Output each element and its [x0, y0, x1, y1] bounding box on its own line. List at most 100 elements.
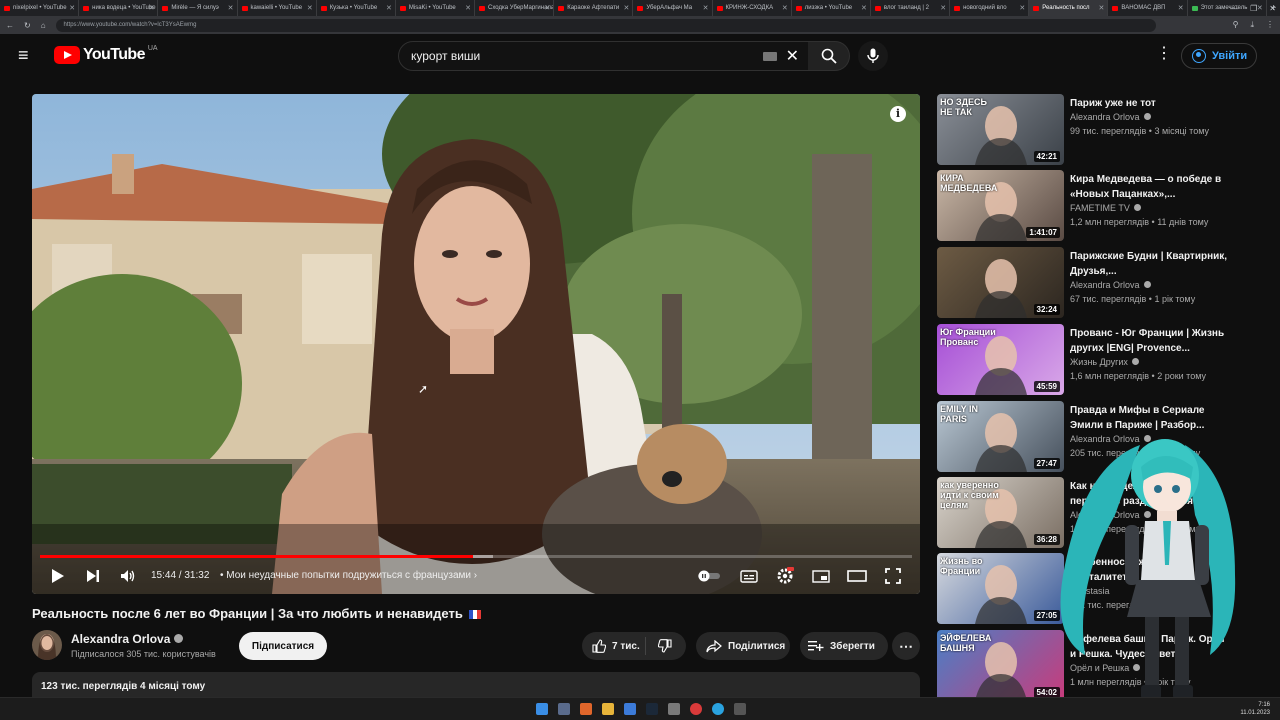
firefox-icon[interactable]	[580, 703, 592, 715]
browser-tab[interactable]: Mirèle — Я силуэ ✕	[158, 0, 238, 16]
browser-tab[interactable]: КРИНЖ-СХОДКА ✕	[713, 0, 792, 16]
extensions-icon[interactable]: ⚲	[1233, 20, 1239, 30]
app-icon[interactable]	[624, 703, 636, 715]
telegram-icon[interactable]	[712, 703, 724, 715]
mute-button[interactable]	[116, 562, 140, 590]
browser-tab[interactable]: новогодний вло ✕	[950, 0, 1030, 16]
browser-tab[interactable]: Караоке Афтепати ✕	[554, 0, 634, 16]
video-thumbnail[interactable]: 32:24	[937, 247, 1064, 318]
youtube-logo[interactable]: YouTube UA	[54, 45, 158, 64]
address-bar[interactable]: https://www.youtube.com/watch?v=lcT3YsAE…	[55, 18, 1156, 32]
tab-close-icon[interactable]: ✕	[69, 4, 75, 12]
recommended-channel[interactable]: Жизнь Других	[1070, 357, 1139, 367]
recommended-video[interactable]: Юг Франции Прованс 45:59 Прованс - Юг Фран…	[937, 324, 1237, 395]
steam-icon[interactable]	[646, 703, 658, 715]
browser-tab[interactable]: влог таиланд | 2 ✕	[871, 0, 951, 16]
settings-kebab-icon[interactable]: ⋮	[1156, 46, 1172, 62]
browser-tab[interactable]: Сходка УберМаргинала ✕	[475, 0, 555, 16]
search-input[interactable]: курорт виши ✕	[398, 41, 810, 71]
channel-avatar[interactable]	[32, 630, 62, 660]
system-clock[interactable]: 7:16 11.01.2023	[1240, 701, 1270, 717]
tab-close-icon[interactable]: ✕	[861, 4, 867, 12]
file-explorer-icon[interactable]	[602, 703, 614, 715]
tab-close-icon[interactable]: ✕	[1178, 4, 1184, 12]
recommended-title[interactable]: Парижские Будни | Квартирник, Друзья,...	[1070, 249, 1230, 279]
tab-favicon-icon	[83, 5, 90, 11]
browser-tab[interactable]: Реальность посл ✕	[1029, 0, 1109, 16]
recommended-channel[interactable]: Alexandra Orlova	[1070, 280, 1151, 290]
maximize-icon[interactable]: ❐	[1250, 4, 1257, 13]
hamburger-icon[interactable]: ≡	[18, 46, 36, 64]
tab-close-icon[interactable]: ✕	[940, 4, 946, 12]
dislike-button[interactable]	[646, 639, 684, 653]
recommended-video[interactable]: КИРА МЕДВЕДЕВА 1:41:07 Кира Медведева — о …	[937, 170, 1237, 241]
clear-search-icon[interactable]: ✕	[786, 46, 799, 66]
close-window-icon[interactable]: ✕	[1269, 4, 1276, 13]
browser-tab[interactable]: ВАНОМАС ДВП ✕	[1108, 0, 1188, 16]
theater-mode-button[interactable]	[844, 562, 870, 590]
settings-button[interactable]	[772, 562, 798, 590]
recommended-video[interactable]: 32:24 Парижские Будни | Квартирник, Друзь…	[937, 247, 1237, 318]
search-taskbar-icon[interactable]	[558, 703, 570, 715]
home-icon[interactable]: ⌂	[41, 21, 46, 30]
miniplayer-button[interactable]	[808, 562, 834, 590]
tab-close-icon[interactable]: ✕	[624, 4, 630, 12]
chrome-icon[interactable]	[690, 703, 702, 715]
recommended-channel[interactable]: Alexandra Orlova	[1070, 112, 1151, 122]
autoplay-toggle[interactable]	[696, 562, 722, 590]
tab-close-icon[interactable]: ✕	[782, 4, 788, 12]
share-button[interactable]: Поділитися	[696, 632, 790, 660]
next-button[interactable]	[81, 562, 105, 590]
description-box[interactable]: 123 тис. переглядів 4 місяці тому	[32, 672, 920, 700]
browser-tab[interactable]: kawaielli • YouTube ✕	[238, 0, 317, 16]
tab-close-icon[interactable]: ✕	[307, 4, 313, 12]
keyboard-icon[interactable]	[763, 52, 777, 61]
recommended-video[interactable]: НО ЗДЕСЬ НЕ ТАК 42:21 Париж уже не тот Alex…	[937, 94, 1237, 165]
minimize-icon[interactable]: —	[1230, 4, 1238, 13]
browser-tab[interactable]: УберАльфач Ма ✕	[633, 0, 713, 16]
tab-close-icon[interactable]: ✕	[544, 4, 550, 12]
video-thumbnail[interactable]: Юг Франции Прованс 45:59	[937, 324, 1064, 395]
browser-tab[interactable]: Кузька • YouTube ✕	[317, 0, 396, 16]
browser-menu-icon[interactable]: ⋮	[1266, 20, 1274, 30]
reload-icon[interactable]: ↻	[24, 21, 31, 30]
channel-name[interactable]: Alexandra Orlova	[71, 632, 184, 646]
recommended-channel[interactable]: FAMETIME TV	[1070, 203, 1141, 213]
browser-tab[interactable]: лиззка • YouTube ✕	[792, 0, 871, 16]
info-icon[interactable]: i	[890, 106, 906, 122]
subtitles-button[interactable]	[736, 562, 762, 590]
downloads-icon[interactable]: ⤓	[1250, 20, 1254, 30]
recommended-title[interactable]: Прованс - Юг Франции | Жизнь других |ENG…	[1070, 326, 1230, 356]
tab-close-icon[interactable]: ✕	[465, 4, 471, 12]
tab-close-icon[interactable]: ✕	[386, 4, 392, 12]
subscribe-button[interactable]: Підписатися	[239, 632, 327, 660]
browser-tab[interactable]: MisaKi • YouTube ✕	[396, 0, 476, 16]
video-thumbnail[interactable]: КИРА МЕДВЕДЕВА 1:41:07	[937, 170, 1064, 241]
video-thumbnail[interactable]: НО ЗДЕСЬ НЕ ТАК 42:21	[937, 94, 1064, 165]
tab-close-icon[interactable]: ✕	[1019, 4, 1025, 12]
more-horizontal-icon[interactable]: ⋯	[892, 632, 920, 660]
video-player[interactable]: i ➚ 15:44 / 31:32 • Мои неудачные попытк…	[32, 94, 920, 594]
tab-close-icon[interactable]: ✕	[228, 4, 234, 12]
browser-tab[interactable]: nixelpixel • YouTube ✕	[0, 0, 80, 16]
tab-close-icon[interactable]: ✕	[148, 4, 154, 12]
app-icon-2[interactable]	[668, 703, 680, 715]
sign-in-button[interactable]: Увійти	[1181, 43, 1257, 69]
like-button[interactable]: 7 тис.	[582, 637, 646, 655]
back-icon[interactable]: ←	[6, 21, 14, 30]
save-button[interactable]: Зберегти	[800, 632, 888, 660]
play-button[interactable]	[46, 562, 70, 590]
search-button[interactable]	[808, 41, 850, 71]
start-icon[interactable]	[536, 703, 548, 715]
fullscreen-button[interactable]	[880, 562, 906, 590]
recommended-title[interactable]: Париж уже не тот	[1070, 96, 1230, 111]
tab-close-icon[interactable]: ✕	[1099, 4, 1105, 12]
chapter-title[interactable]: • Мои неудачные попытки подружиться с фр…	[220, 570, 477, 581]
browser-tab[interactable]: ника водеца • YouTube ✕	[79, 0, 159, 16]
progress-bar[interactable]	[40, 555, 912, 558]
recommended-title[interactable]: Кира Медведева — о победе в «Новых Пацан…	[1070, 172, 1230, 202]
search-query[interactable]: курорт виши	[411, 49, 480, 63]
tab-close-icon[interactable]: ✕	[703, 4, 709, 12]
app-icon-3[interactable]	[734, 703, 746, 715]
voice-search-button[interactable]	[858, 41, 888, 71]
